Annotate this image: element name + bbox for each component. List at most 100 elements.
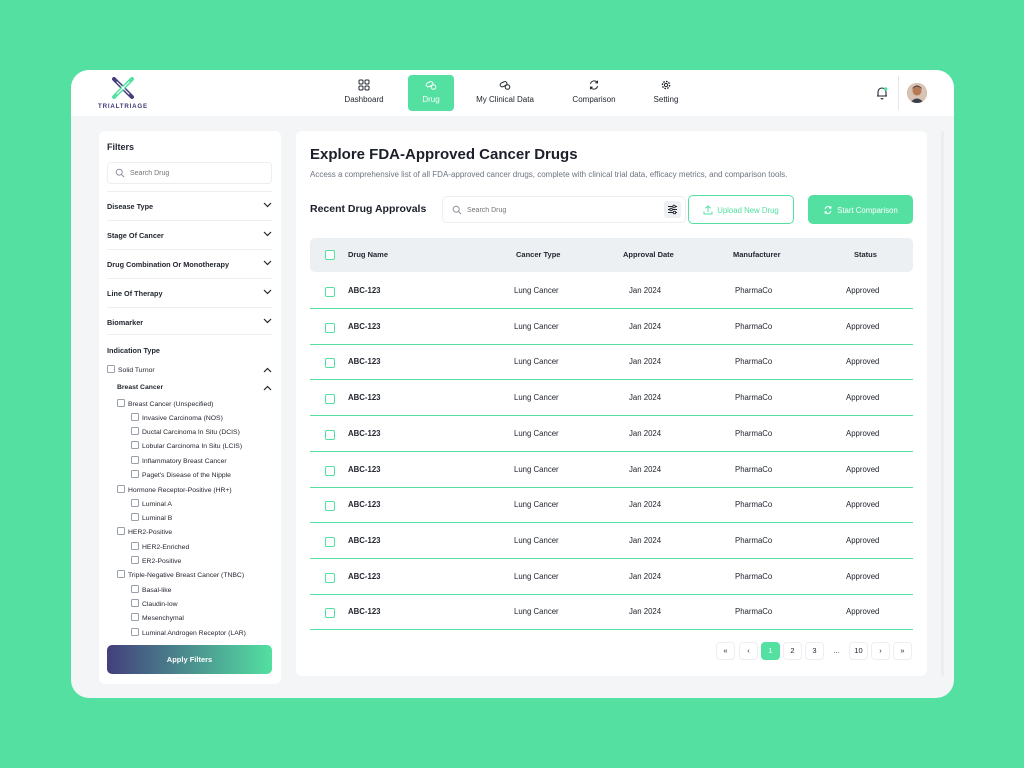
accordion-line-of-therapy[interactable]: Line Of Therapy bbox=[107, 278, 272, 307]
row-checkbox[interactable] bbox=[325, 394, 335, 404]
row-checkbox[interactable] bbox=[325, 501, 335, 511]
nav-comparison[interactable]: Comparison bbox=[564, 75, 624, 111]
tree-item[interactable]: Luminal B bbox=[131, 513, 172, 523]
row-checkbox[interactable] bbox=[325, 430, 335, 440]
accordion-disease-type[interactable]: Disease Type bbox=[107, 191, 272, 220]
accordion-biomarker[interactable]: Biomarker bbox=[107, 307, 272, 335]
tree-item[interactable]: Hormone Receptor-Positive (HR+) bbox=[117, 485, 232, 495]
checkbox[interactable] bbox=[117, 485, 125, 493]
row-checkbox[interactable] bbox=[325, 358, 335, 368]
tree-item[interactable]: Lobular Carcinoma In Situ (LCIS) bbox=[131, 441, 242, 451]
tree-item[interactable]: Invasive Carcinoma (NOS) bbox=[131, 413, 223, 423]
accordion-label: Biomarker bbox=[107, 318, 144, 327]
search-input[interactable] bbox=[467, 204, 647, 216]
checkbox[interactable] bbox=[131, 470, 139, 478]
tree-item[interactable]: Ductal Carcinoma In Situ (DCIS) bbox=[131, 427, 240, 437]
checkbox[interactable] bbox=[107, 365, 115, 373]
page-button-1[interactable]: 1 bbox=[761, 642, 780, 660]
checkbox[interactable] bbox=[131, 556, 139, 564]
checkbox[interactable] bbox=[131, 499, 139, 507]
checkbox[interactable] bbox=[131, 413, 139, 421]
column-header-manufacturer[interactable]: Manufacturer bbox=[733, 250, 781, 259]
select-all-checkbox[interactable] bbox=[325, 250, 335, 260]
tree-item[interactable]: ER2-Positive bbox=[131, 556, 181, 566]
checkbox[interactable] bbox=[117, 527, 125, 535]
table-row[interactable]: ABC-123 Lung Cancer Jan 2024 PharmaCo Ap… bbox=[310, 345, 913, 380]
chevron-up-icon[interactable] bbox=[263, 385, 272, 391]
checkbox[interactable] bbox=[131, 427, 139, 435]
column-header-cancer-type[interactable]: Cancer Type bbox=[516, 250, 560, 259]
table-row[interactable]: ABC-123 Lung Cancer Jan 2024 PharmaCo Ap… bbox=[310, 310, 913, 345]
chevron-down-icon bbox=[263, 202, 272, 208]
column-header-approval-date[interactable]: Approval Date bbox=[623, 250, 674, 259]
bell-icon[interactable] bbox=[876, 86, 888, 100]
cell-cancer-type: Lung Cancer bbox=[514, 572, 559, 581]
prev-page-button[interactable]: ‹ bbox=[739, 642, 758, 660]
accordion-stage-of-cancer[interactable]: Stage Of Cancer bbox=[107, 220, 272, 249]
table-row[interactable]: ABC-123 Lung Cancer Jan 2024 PharmaCo Ap… bbox=[310, 595, 913, 630]
brand-logo[interactable]: TRIALTRIAGE bbox=[97, 76, 149, 112]
nav-drug[interactable]: Drug bbox=[408, 75, 454, 111]
table-row[interactable]: ABC-123 Lung Cancer Jan 2024 PharmaCo Ap… bbox=[310, 417, 913, 452]
checkbox[interactable] bbox=[131, 542, 139, 550]
first-page-button[interactable]: « bbox=[716, 642, 735, 660]
filter-settings-button[interactable] bbox=[664, 201, 681, 218]
search-input[interactable] bbox=[130, 166, 268, 180]
tree-item[interactable]: Mesenchymal bbox=[131, 613, 184, 623]
checkbox[interactable] bbox=[131, 613, 139, 621]
apply-filters-button[interactable]: Apply Filters bbox=[107, 645, 272, 674]
upload-new-drug-button[interactable]: Upload New Drug bbox=[688, 195, 794, 224]
tree-item[interactable]: Breast Cancer (Unspecified) bbox=[117, 399, 213, 409]
cell-manufacturer: PharmaCo bbox=[735, 322, 773, 331]
scrollbar[interactable] bbox=[941, 131, 944, 676]
table-row[interactable]: ABC-123 Lung Cancer Jan 2024 PharmaCo Ap… bbox=[310, 274, 913, 309]
page-button-10[interactable]: 10 bbox=[849, 642, 868, 660]
column-header-status[interactable]: Status bbox=[854, 250, 877, 259]
tree-item[interactable]: Luminal Androgen Receptor (LAR) bbox=[131, 628, 246, 638]
checkbox[interactable] bbox=[117, 399, 125, 407]
row-checkbox[interactable] bbox=[325, 287, 335, 297]
chevron-up-icon[interactable] bbox=[263, 367, 272, 373]
tree-item[interactable]: HER2-Enriched bbox=[131, 542, 189, 552]
tree-item[interactable]: HER2-Positive bbox=[117, 527, 172, 537]
row-checkbox[interactable] bbox=[325, 466, 335, 476]
page-button-2[interactable]: 2 bbox=[783, 642, 802, 660]
avatar[interactable] bbox=[907, 83, 927, 103]
tree-item[interactable]: Triple-Negative Breast Cancer (TNBC) bbox=[117, 570, 244, 580]
column-header-drug-name[interactable]: Drug Name bbox=[348, 250, 388, 259]
last-page-button[interactable]: » bbox=[893, 642, 912, 660]
checkbox[interactable] bbox=[131, 585, 139, 593]
tree-breast-cancer-group[interactable]: Breast Cancer bbox=[117, 383, 163, 392]
row-checkbox[interactable] bbox=[325, 323, 335, 333]
tree-item[interactable]: Paget's Disease of the Nipple bbox=[131, 470, 231, 480]
row-checkbox[interactable] bbox=[325, 608, 335, 618]
checkbox[interactable] bbox=[117, 570, 125, 578]
table-row[interactable]: ABC-123 Lung Cancer Jan 2024 PharmaCo Ap… bbox=[310, 453, 913, 488]
sidebar-search[interactable] bbox=[107, 162, 272, 184]
table-row[interactable]: ABC-123 Lung Cancer Jan 2024 PharmaCo Ap… bbox=[310, 488, 913, 523]
table-row[interactable]: ABC-123 Lung Cancer Jan 2024 PharmaCo Ap… bbox=[310, 560, 913, 595]
checkbox[interactable] bbox=[131, 599, 139, 607]
tree-item[interactable]: Inflammatory Breast Cancer bbox=[131, 456, 227, 466]
checkbox[interactable] bbox=[131, 513, 139, 521]
tree-item[interactable]: Luminal A bbox=[131, 499, 172, 509]
tree-item[interactable]: Claudin-low bbox=[131, 599, 178, 609]
table-row[interactable]: ABC-123 Lung Cancer Jan 2024 PharmaCo Ap… bbox=[310, 381, 913, 416]
nav-dashboard[interactable]: Dashboard bbox=[336, 75, 392, 111]
table-row[interactable]: ABC-123 Lung Cancer Jan 2024 PharmaCo Ap… bbox=[310, 524, 913, 559]
accordion-drug-combination[interactable]: Drug Combination Or Monotherapy bbox=[107, 249, 272, 278]
start-comparison-button[interactable]: Start Comparison bbox=[808, 195, 913, 224]
next-page-button[interactable]: › bbox=[871, 642, 890, 660]
checkbox[interactable] bbox=[131, 441, 139, 449]
nav-setting[interactable]: Setting bbox=[646, 75, 686, 111]
cell-drug-name: ABC-123 bbox=[348, 465, 381, 474]
nav-my-clinical-data[interactable]: My Clinical Data bbox=[470, 75, 540, 111]
checkbox[interactable] bbox=[131, 628, 139, 636]
table-search[interactable] bbox=[442, 196, 686, 223]
tree-solid-tumor[interactable]: Solid Turnor bbox=[107, 365, 155, 375]
tree-item[interactable]: Basal-like bbox=[131, 585, 171, 595]
checkbox[interactable] bbox=[131, 456, 139, 464]
row-checkbox[interactable] bbox=[325, 537, 335, 547]
row-checkbox[interactable] bbox=[325, 573, 335, 583]
page-button-3[interactable]: 3 bbox=[805, 642, 824, 660]
